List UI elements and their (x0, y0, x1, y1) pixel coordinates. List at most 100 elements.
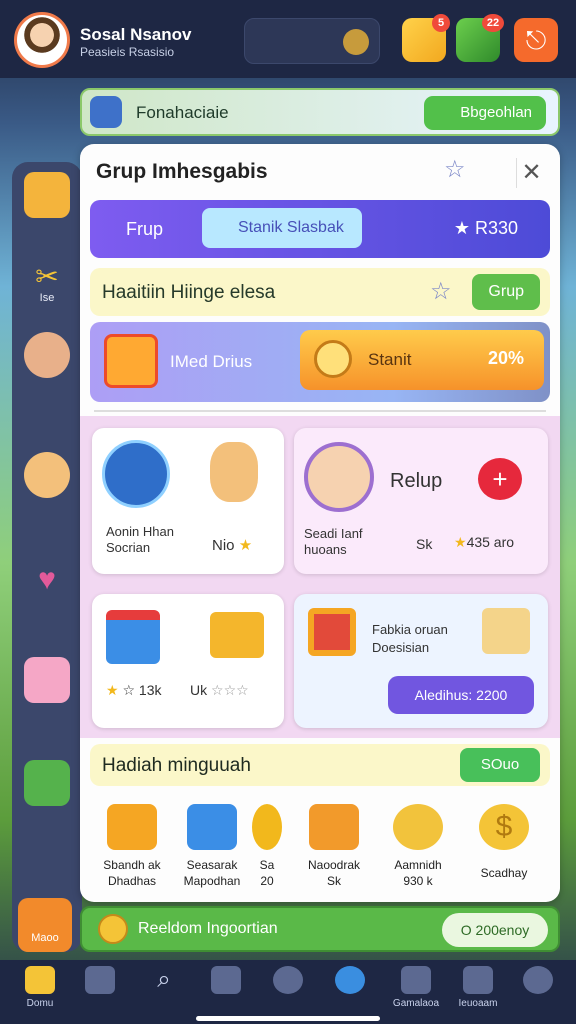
card-2-line2: huoans (304, 542, 347, 557)
house-icon (85, 966, 115, 994)
card-2-line1: Seadi Ianf (304, 526, 363, 541)
reward-3-line2: 20 (260, 874, 274, 888)
home-indicator (196, 1016, 380, 1021)
card-4-line1: Fabkia oruan (372, 622, 448, 637)
footer-button[interactable]: O 200enoy (442, 913, 548, 947)
card-3-left: ★ ☆ 13k (106, 682, 162, 698)
tools-icon (273, 966, 303, 994)
profile-icon (523, 966, 553, 994)
reward-2-line2: Mapodhan (183, 874, 241, 888)
medal-icon (98, 914, 128, 944)
gift-icon (107, 804, 157, 850)
reward-5-line1: Aamnidh (394, 858, 442, 872)
reward-item[interactable]: Sa 20 (244, 804, 290, 888)
home-icon[interactable] (24, 172, 70, 218)
games-icon (401, 966, 431, 994)
card-4-button[interactable]: Aledihus: 2200 (388, 676, 534, 714)
group-panel: Grup Imhesgabis ☆ ✕ Frup Stanik Slasbak … (80, 144, 560, 902)
heart-icon[interactable]: ♥ (24, 557, 70, 603)
nav-label: Gamalaoa (392, 998, 440, 1009)
search-icon: ⌕ (157, 966, 171, 993)
star-icon: ★ (238, 537, 253, 554)
card-3[interactable]: ★ ☆ 13k Uk ☆☆☆ (92, 594, 284, 728)
start-button[interactable]: Stanit 20% (300, 330, 544, 390)
worker-icon (210, 442, 258, 502)
card-4-line2: Doesisian (372, 640, 430, 655)
close-button[interactable]: ✕ (516, 158, 546, 188)
card-4[interactable]: Fabkia oruan Doesisian Aledihus: 2200 (294, 594, 548, 728)
group-button[interactable]: Grup (472, 274, 540, 310)
rewards-title: Hadiah minguuah (102, 755, 251, 776)
favorite-star-icon[interactable]: ☆ (444, 158, 468, 182)
nav-tools[interactable] (260, 966, 316, 994)
star-icon: ★ (106, 682, 119, 698)
side-label: Ise (39, 292, 55, 304)
card-1-line2: Socrian (106, 540, 151, 555)
rewards-button[interactable]: SOuo (460, 748, 540, 782)
notice-icon (90, 96, 122, 128)
card-2-value2: ★435 aro (454, 534, 514, 551)
crown-icon (343, 29, 369, 55)
cart-badge: 22 (482, 14, 504, 32)
nav-search[interactable]: ⌕ (136, 966, 192, 994)
exit-icon[interactable]: ⎋ (514, 18, 558, 62)
card-2-value2-text: 435 aro (466, 534, 515, 550)
cash-icon[interactable] (24, 760, 70, 806)
cash-gift-icon (309, 804, 359, 850)
nav-games[interactable]: Gamalaoa (388, 966, 444, 1009)
shop-icon[interactable] (24, 657, 70, 703)
dollar-coin-icon: $ (479, 804, 529, 850)
reward-item[interactable]: Seasarak Mapodhan (172, 804, 252, 888)
player-avatar[interactable] (14, 12, 70, 68)
tab-group[interactable]: Frup (126, 219, 163, 240)
promo-strip: IMed Drius Stanit 20% (90, 322, 550, 402)
top-bar: Sosal Nsanov Peasieis Rsasisio 5 22 ⎋ (0, 0, 576, 78)
avatar-girl-icon[interactable] (24, 452, 70, 498)
frame-icon (308, 608, 356, 656)
reward-item[interactable]: Naoodrak Sk (294, 804, 374, 888)
key-icon (314, 340, 352, 378)
menu-button-label: Maoo (31, 932, 59, 944)
cart-icon[interactable]: 22 (456, 14, 504, 62)
nav-house[interactable] (72, 966, 128, 998)
start-button-label: Stanit (368, 350, 412, 369)
section-title: Haaitiin Hiinge elesa (102, 282, 276, 303)
rating-stars: ☆☆☆ (211, 682, 249, 698)
start-button-percent: 20% (487, 348, 524, 368)
star-icon: ★ (454, 534, 467, 550)
section-star-icon[interactable]: ☆ (430, 280, 454, 304)
tab-search-label: Stanik Slasbak (238, 219, 344, 236)
reward-item[interactable]: Sbandh ak Dhadhas (92, 804, 172, 888)
reward-5-line2: 930 k (403, 874, 433, 888)
card-1[interactable]: Aonin Hhan Socrian Nio ★ (92, 428, 284, 574)
menu-button[interactable]: Maoo (18, 898, 72, 952)
reward-item[interactable]: Aamnidh 930 k (378, 804, 458, 888)
tab-search[interactable]: Stanik Slasbak (202, 208, 362, 248)
nav-profile[interactable] (510, 966, 566, 994)
clipboard-icon (211, 966, 241, 994)
tab-score[interactable]: ★ R330 (454, 218, 518, 239)
card-3-mid-text: Uk (190, 682, 208, 698)
card-2[interactable]: Relup + Seadi Ianf huoans Sk ★435 aro (294, 428, 548, 574)
nav-play[interactable] (322, 966, 378, 994)
card-2-value1: Sk (416, 536, 433, 552)
avatar-boy-icon[interactable] (24, 332, 70, 378)
gift-box-icon[interactable]: 5 (402, 14, 450, 62)
reward-6-line1: Scadhay (480, 866, 528, 880)
reward-4-line1: Naoodrak (307, 858, 361, 872)
footer-text: Reeldom Ingoortian (138, 920, 278, 937)
player-name: Sosal Nsanov (80, 25, 192, 44)
reward-2-line1: Seasarak (186, 858, 238, 872)
reward-item[interactable]: $ Scadhay (464, 804, 544, 880)
coins-icon (393, 804, 443, 850)
gift-icon (104, 334, 158, 388)
player-subtitle: Peasieis Rsasisio (80, 45, 175, 59)
search-box[interactable] (244, 18, 380, 64)
tab-score-value: R330 (474, 218, 518, 238)
banner-button[interactable]: Bbgeohlan (424, 96, 546, 130)
card-grid: Aonin Hhan Socrian Nio ★ Relup + Seadi I… (80, 416, 560, 738)
nav-clipboard[interactable] (198, 966, 254, 994)
nav-inbox[interactable]: Ieuoaam (450, 966, 506, 1009)
panel-title: Grup Imhesgabis (96, 160, 268, 183)
nav-home[interactable]: Domu (12, 966, 68, 1009)
